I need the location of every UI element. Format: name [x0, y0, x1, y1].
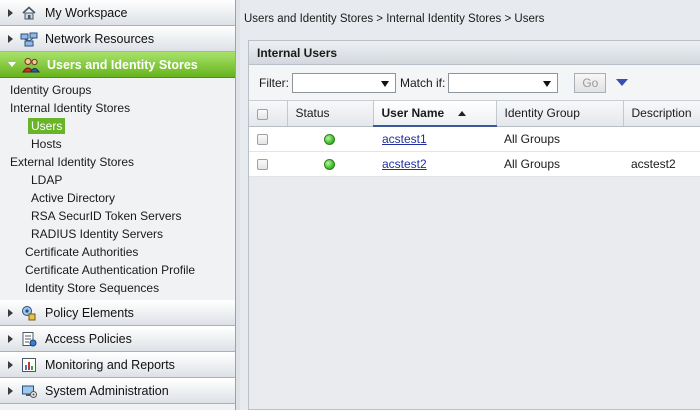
identity-group-cell: All Groups: [496, 126, 623, 152]
nav-label: Monitoring and Reports: [45, 358, 175, 372]
nav-users-and-identity-stores[interactable]: Users and Identity Stores: [0, 52, 235, 78]
status-enabled-icon: [324, 133, 335, 145]
match-if-select[interactable]: [448, 72, 559, 93]
filter-label: Filter:: [259, 75, 289, 90]
tree-label: Identity Store Sequences: [25, 281, 160, 295]
nav-label: System Administration: [45, 384, 169, 398]
status-cell: [287, 126, 373, 152]
tree-label: Certificate Authentication Profile: [25, 263, 196, 277]
panel-title: Internal Users: [249, 41, 700, 65]
navigation-pane: My Workspace Network Resources Users and…: [0, 0, 236, 410]
users-table: Status User Name Identity Group Descript…: [249, 101, 700, 177]
nav-label: Users and Identity Stores: [47, 57, 198, 72]
tree-item-rsa-securid[interactable]: RSA SecurID Token Servers: [0, 207, 235, 225]
nav-policy-elements[interactable]: Policy Elements: [0, 300, 235, 326]
column-header-user-name[interactable]: User Name: [373, 101, 497, 127]
expand-icon: [8, 309, 13, 317]
expand-icon: [8, 387, 13, 395]
user-name-cell: acstest2: [373, 151, 496, 177]
tree-label: RADIUS Identity Servers: [31, 227, 164, 241]
nav-label: Network Resources: [45, 31, 155, 46]
row-select-cell: [249, 151, 287, 177]
collapse-icon: [8, 62, 16, 67]
nav-access-policies[interactable]: Access Policies: [0, 326, 235, 352]
dropdown-arrow-icon: [381, 80, 389, 87]
tree-item-identity-store-sequences[interactable]: Identity Store Sequences: [0, 279, 235, 297]
tree-label: Certificate Authorities: [25, 245, 139, 259]
tree-label: Internal Identity Stores: [10, 101, 131, 115]
tree-item-radius-identity-servers[interactable]: RADIUS Identity Servers: [0, 225, 235, 243]
tree-label: Identity Groups: [10, 83, 92, 97]
row-checkbox[interactable]: [257, 133, 268, 145]
tree-item-hosts[interactable]: Hosts: [0, 135, 235, 153]
tree-item-certificate-authentication-profile[interactable]: Certificate Authentication Profile: [0, 261, 235, 279]
column-header-label: User Name: [381, 106, 445, 120]
table-row[interactable]: acstest1 All Groups: [249, 126, 700, 152]
status-cell: [287, 151, 373, 177]
identity-group-cell: All Groups: [496, 151, 623, 177]
row-checkbox[interactable]: [257, 158, 268, 170]
access-policies-icon: [20, 330, 38, 348]
tree-item-ldap[interactable]: LDAP: [0, 171, 235, 189]
house-icon: [20, 4, 38, 22]
tree-label: LDAP: [31, 173, 63, 187]
tree-label: RSA SecurID Token Servers: [31, 209, 182, 223]
expand-icon: [8, 8, 13, 17]
match-if-label: Match if:: [400, 75, 446, 90]
tree-label: Hosts: [31, 137, 62, 151]
go-button[interactable]: Go: [574, 72, 607, 93]
row-select-cell: [249, 126, 287, 152]
user-name-cell: acstest1: [373, 126, 496, 152]
nav-label: My Workspace: [45, 5, 128, 20]
tree-item-external-identity-stores[interactable]: External Identity Stores: [0, 153, 235, 171]
user-name-link[interactable]: acstest2: [382, 157, 427, 171]
network-icon: [20, 30, 38, 48]
nav-my-workspace[interactable]: My Workspace: [0, 0, 235, 26]
table-row[interactable]: acstest2 All Groups acstest2: [249, 151, 700, 177]
tree-item-internal-identity-stores[interactable]: Internal Identity Stores: [0, 99, 235, 117]
description-cell: [623, 126, 700, 152]
nav-system-administration[interactable]: System Administration: [0, 378, 235, 404]
main-content: Users and Identity Stores > Internal Ide…: [240, 0, 700, 410]
nav-monitoring-and-reports[interactable]: Monitoring and Reports: [0, 352, 235, 378]
expand-icon: [8, 34, 13, 43]
internal-users-panel: Internal Users Filter: Match if: Go Stat…: [248, 40, 700, 410]
expand-icon: [8, 361, 13, 369]
status-enabled-icon: [324, 158, 335, 170]
tree-item-identity-groups[interactable]: Identity Groups: [0, 81, 235, 99]
filter-select[interactable]: [292, 72, 396, 93]
expand-icon: [8, 335, 13, 343]
column-header-status[interactable]: Status: [287, 101, 374, 127]
tree-item-users[interactable]: Users: [0, 117, 235, 135]
nav-label: Policy Elements: [45, 306, 134, 320]
user-name-link[interactable]: acstest1: [382, 132, 427, 146]
policy-elements-icon: [20, 304, 38, 322]
column-header-description[interactable]: Description: [623, 101, 700, 127]
system-admin-icon: [20, 382, 38, 400]
sort-ascending-icon: [458, 111, 467, 117]
description-cell: acstest2: [623, 151, 700, 177]
nav-network-resources[interactable]: Network Resources: [0, 26, 235, 52]
tree-label: External Identity Stores: [10, 155, 135, 169]
column-header-identity-group[interactable]: Identity Group: [496, 101, 624, 127]
monitoring-icon: [20, 356, 38, 374]
select-all-checkbox[interactable]: [257, 108, 268, 120]
breadcrumb: Users and Identity Stores > Internal Ide…: [244, 13, 545, 25]
filter-bar: Filter: Match if: Go: [249, 65, 700, 101]
nav-label: Access Policies: [45, 332, 132, 346]
filter-options-icon[interactable]: [616, 79, 629, 86]
users-icon: [22, 56, 40, 74]
tree-label: Active Directory: [31, 191, 116, 205]
select-all-header: [249, 101, 288, 127]
table-header-row: Status User Name Identity Group Descript…: [249, 101, 700, 127]
nav-tree: Identity Groups Internal Identity Stores…: [0, 78, 235, 302]
tree-item-active-directory[interactable]: Active Directory: [0, 189, 235, 207]
dropdown-arrow-icon: [543, 80, 552, 87]
tree-item-certificate-authorities[interactable]: Certificate Authorities: [0, 243, 235, 261]
tree-label: Users: [28, 118, 66, 134]
nav-bottom-sections: Policy Elements Access Policies Monitori…: [0, 300, 235, 404]
